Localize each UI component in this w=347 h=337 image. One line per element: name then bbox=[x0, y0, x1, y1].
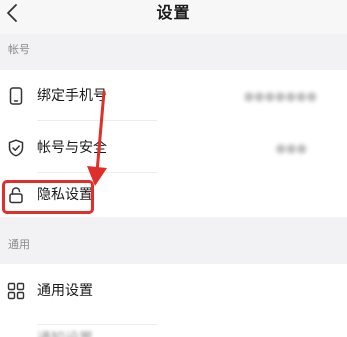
row-divider bbox=[37, 172, 157, 173]
section-label-general: 通用 bbox=[8, 238, 30, 251]
row-divider bbox=[37, 120, 157, 121]
section-label-account: 帐号 bbox=[8, 43, 30, 56]
page-title: 设置 bbox=[156, 3, 191, 22]
grid-icon bbox=[7, 282, 25, 300]
account-security-value: ●●● bbox=[275, 141, 307, 155]
general-settings-row[interactable]: 通用设置 bbox=[0, 264, 347, 316]
general-settings-label: 通用设置 bbox=[37, 283, 93, 299]
account-security-label: 帐号与安全 bbox=[37, 140, 107, 156]
row-divider bbox=[37, 324, 157, 325]
bind-phone-label: 绑定手机号 bbox=[37, 88, 107, 104]
account-security-row[interactable]: 帐号与安全 ●●● bbox=[0, 122, 347, 174]
top-nav-bar: 设置 bbox=[0, 0, 347, 34]
phone-icon bbox=[9, 87, 23, 105]
bind-phone-value: ●●●●●●● bbox=[243, 89, 317, 103]
notification-settings-label: 通知设置 bbox=[37, 328, 93, 337]
bind-phone-row[interactable]: 绑定手机号 ●●●●●●● bbox=[0, 70, 347, 122]
highlight-box bbox=[2, 180, 94, 214]
notification-settings-row[interactable]: 通知设置 bbox=[0, 326, 347, 337]
shield-check-icon bbox=[8, 139, 24, 157]
